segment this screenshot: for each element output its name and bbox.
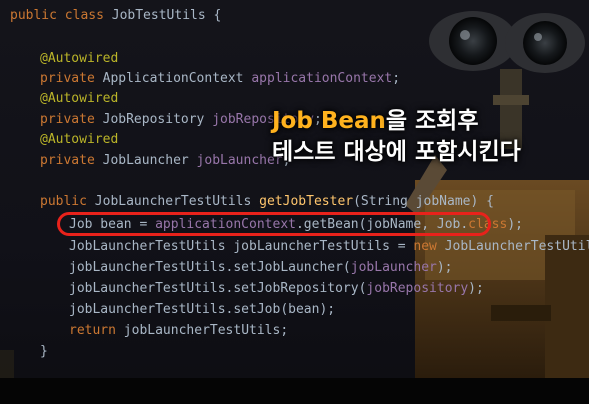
code-token: ); <box>507 217 523 232</box>
type-token: JobRepository <box>102 112 213 127</box>
code-line-class-decl: public class JobTestUtils { <box>10 6 221 26</box>
brace-token: { <box>205 8 222 23</box>
code-token: jobLauncherTestUtils; <box>123 323 289 338</box>
code-token: ); <box>468 281 484 296</box>
code-line-method-decl: public JobLauncherTestUtils getJobTester… <box>40 192 494 212</box>
field-token: jobLauncher <box>196 153 283 168</box>
field-token: applicationContext <box>251 71 393 86</box>
robot-eye-right <box>505 13 585 73</box>
semicolon-token: ; <box>392 71 401 86</box>
field-token: jobRepository <box>366 281 469 296</box>
code-token: jobLauncherTestUtils.setJobLauncher( <box>69 260 351 275</box>
caption-line-2: 테스트 대상에 포함시킨다 <box>272 139 521 165</box>
code-line-field: private ApplicationContext applicationCo… <box>40 69 400 89</box>
annotation-token: @Autowired <box>40 91 119 106</box>
code-token: ); <box>436 260 453 275</box>
keyword-token: private <box>40 153 103 168</box>
keyword-token: return <box>69 323 124 338</box>
keyword-token: private <box>40 71 103 86</box>
code-line-annotation: @Autowired <box>40 49 118 69</box>
code-line-new-utils: JobLauncherTestUtils jobLauncherTestUtil… <box>69 237 589 257</box>
highlight-box <box>57 212 491 236</box>
presentation-slide: public class JobTestUtils { @Autowired p… <box>0 0 589 404</box>
code-line-closing-brace: } <box>40 342 48 362</box>
code-token: jobLauncherTestUtils.setJobRepository( <box>69 281 367 296</box>
caption-overlay: Job Bean을 조회후 테스트 대상에 포함시킨다 <box>272 106 521 168</box>
caption-text: 을 조회후 <box>385 108 479 134</box>
annotation-token: @Autowired <box>40 51 119 66</box>
code-line-field: private JobLauncher jobLauncher; <box>40 151 290 171</box>
code-line-annotation: @Autowired <box>40 130 118 150</box>
code-line-set-job: jobLauncherTestUtils.setJob(bean); <box>69 300 335 320</box>
field-token: jobLauncher <box>350 260 437 275</box>
keyword-token: public <box>40 194 95 209</box>
annotation-token: @Autowired <box>40 132 119 147</box>
code-block: public class JobTestUtils { @Autowired p… <box>10 6 589 396</box>
type-token: JobLauncher <box>102 153 197 168</box>
method-name-token: getJobTester <box>259 194 354 209</box>
code-token: jobLauncherTestUtils.setJob(bean); <box>69 302 336 317</box>
parameters-token: (String jobName) { <box>353 194 494 209</box>
keyword-token: private <box>40 112 103 127</box>
code-token: JobLauncherTestUtils(); <box>444 239 589 254</box>
code-line-set-repository: jobLauncherTestUtils.setJobRepository(jo… <box>69 279 484 299</box>
code-line-return: return jobLauncherTestUtils; <box>69 321 288 341</box>
class-name-token: JobTestUtils <box>111 8 206 23</box>
type-token: JobLauncherTestUtils <box>94 194 260 209</box>
caption-line-1: Job Bean을 조회후 <box>272 106 521 137</box>
code-token: JobLauncherTestUtils jobLauncherTestUtil… <box>69 239 414 254</box>
type-token: ApplicationContext <box>102 71 252 86</box>
keyword-token: public class <box>10 8 112 23</box>
code-line-set-launcher: jobLauncherTestUtils.setJobLauncher(jobL… <box>69 258 453 278</box>
keyword-token: new <box>413 239 445 254</box>
robot-eye-left <box>429 11 517 71</box>
code-line-annotation: @Autowired <box>40 89 118 109</box>
caption-highlight: Job Bean <box>272 108 386 134</box>
brace-token: } <box>40 344 48 359</box>
slide-bottom-bar <box>0 378 589 404</box>
